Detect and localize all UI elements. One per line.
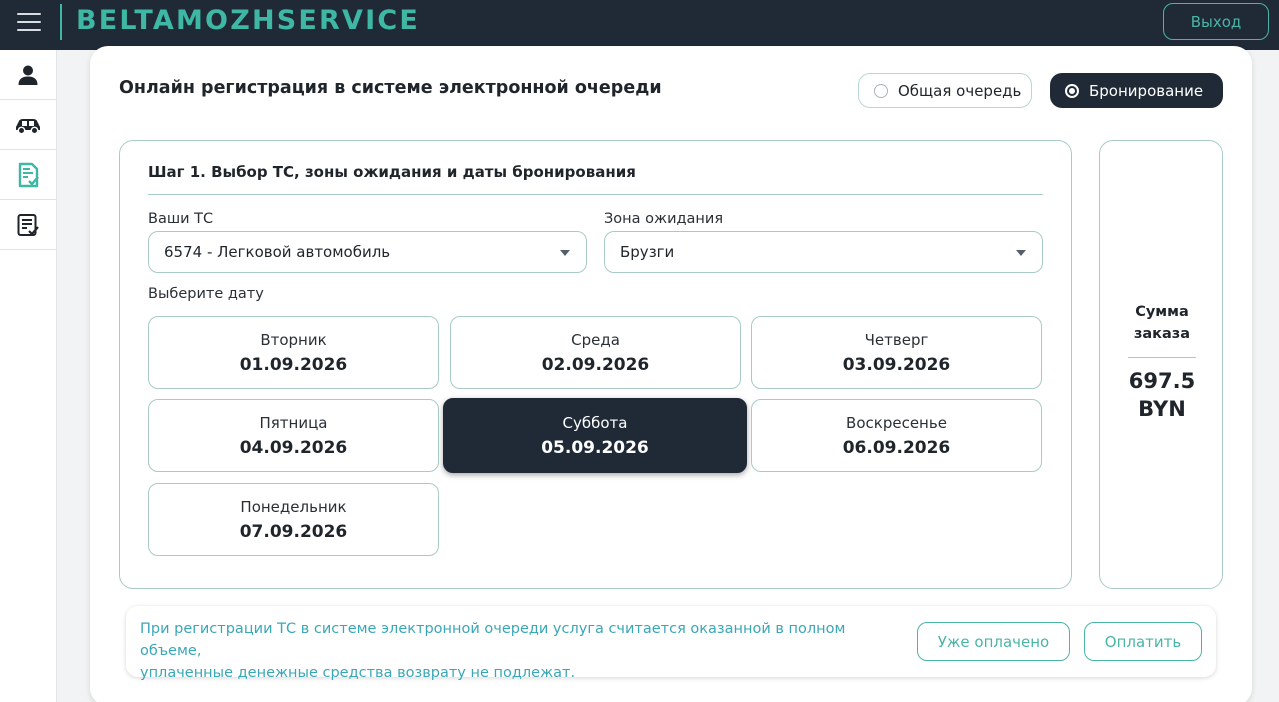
vehicle-select-value: 6574 - Легковой автомобиль (164, 243, 391, 261)
date-value: 07.09.2026 (239, 521, 348, 542)
zone-select-value: Брузги (620, 243, 675, 261)
car-icon (16, 118, 40, 134)
date-option[interactable]: Воскресенье 06.09.2026 (751, 399, 1042, 472)
menu-icon[interactable] (12, 8, 46, 36)
step-title: Шаг 1. Выбор ТС, зоны ожидания и даты бр… (148, 163, 636, 181)
date-day: Воскресенье (846, 413, 947, 432)
logo: BELTAMOZHSERVICE (76, 5, 421, 36)
sidebar-item-history[interactable] (0, 200, 56, 250)
step-panel: Шаг 1. Выбор ТС, зоны ожидания и даты бр… (119, 140, 1072, 589)
main-card: Онлайн регистрация в системе электронной… (90, 46, 1252, 702)
date-day: Пятница (259, 413, 328, 432)
document-icon (18, 162, 39, 187)
order-sum-currency: BYN (1138, 397, 1186, 421)
date-value: 05.09.2026 (541, 437, 649, 458)
zone-select[interactable]: Брузги (604, 231, 1043, 273)
step-divider (148, 194, 1043, 195)
order-sum-value: 697.5 BYN (1100, 367, 1224, 423)
date-option[interactable]: Пятница 04.09.2026 (148, 399, 439, 472)
date-label: Выберите дату (148, 286, 264, 302)
sidebar-item-profile[interactable] (0, 50, 56, 100)
notice-text-line1: При регистрации ТС в системе электронной… (140, 621, 846, 659)
chevron-down-icon (1016, 250, 1026, 256)
date-day: Понедельник (240, 497, 347, 516)
sidebar-item-vehicles[interactable] (0, 100, 56, 150)
zone-label: Зона ожидания (604, 211, 724, 227)
order-sum-label-line1: Сумма (1135, 304, 1189, 320)
general-queue-option[interactable]: Общая очередь (858, 73, 1032, 108)
notice-text-line2: уплаченные денежные средства возврату не… (140, 665, 576, 681)
order-sum-divider (1128, 357, 1196, 358)
person-icon (18, 65, 38, 85)
date-value: 02.09.2026 (541, 354, 650, 375)
page-title: Онлайн регистрация в системе электронной… (119, 78, 662, 98)
sidebar (0, 50, 57, 702)
radio-selected-icon[interactable] (1065, 83, 1079, 98)
checklist-icon (17, 213, 39, 236)
date-day: Суббота (562, 413, 628, 432)
date-option[interactable]: Вторник 01.09.2026 (148, 316, 439, 389)
date-option[interactable]: Среда 02.09.2026 (450, 316, 741, 389)
general-queue-label: Общая очередь (898, 81, 1022, 100)
notice-text: При регистрации ТС в системе электронной… (140, 618, 900, 684)
date-option[interactable]: Понедельник 07.09.2026 (148, 483, 439, 556)
vehicle-select[interactable]: 6574 - Легковой автомобиль (148, 231, 587, 273)
vehicle-label: Ваши ТС (148, 211, 214, 227)
booking-label: Бронирование (1089, 81, 1204, 100)
date-value: 06.09.2026 (842, 437, 951, 458)
order-sum-amount: 697.5 (1128, 369, 1196, 393)
date-day: Четверг (864, 330, 929, 349)
top-bar: BELTAMOZHSERVICE Выход (0, 0, 1279, 50)
order-sum-panel: Сумма заказа 697.5 BYN (1099, 140, 1223, 589)
order-sum-label: Сумма заказа (1100, 301, 1224, 345)
chevron-down-icon (560, 250, 570, 256)
date-value: 04.09.2026 (239, 437, 348, 458)
date-option-selected[interactable]: Суббота 05.09.2026 (443, 398, 747, 473)
radio-unselected-icon[interactable] (874, 83, 888, 98)
date-value: 03.09.2026 (842, 354, 951, 375)
pay-button[interactable]: Оплатить (1084, 622, 1202, 661)
booking-option[interactable]: Бронирование (1050, 73, 1223, 108)
logout-button[interactable]: Выход (1163, 3, 1269, 40)
order-sum-label-line2: заказа (1133, 326, 1191, 342)
notice-bar: При регистрации ТС в системе электронной… (126, 606, 1216, 681)
date-value: 01.09.2026 (239, 354, 348, 375)
date-option[interactable]: Четверг 03.09.2026 (751, 316, 1042, 389)
date-day: Вторник (260, 330, 327, 349)
already-paid-button[interactable]: Уже оплачено (917, 622, 1070, 661)
header-divider (60, 4, 62, 40)
date-day: Среда (571, 330, 620, 349)
sidebar-item-booking[interactable] (0, 150, 56, 200)
